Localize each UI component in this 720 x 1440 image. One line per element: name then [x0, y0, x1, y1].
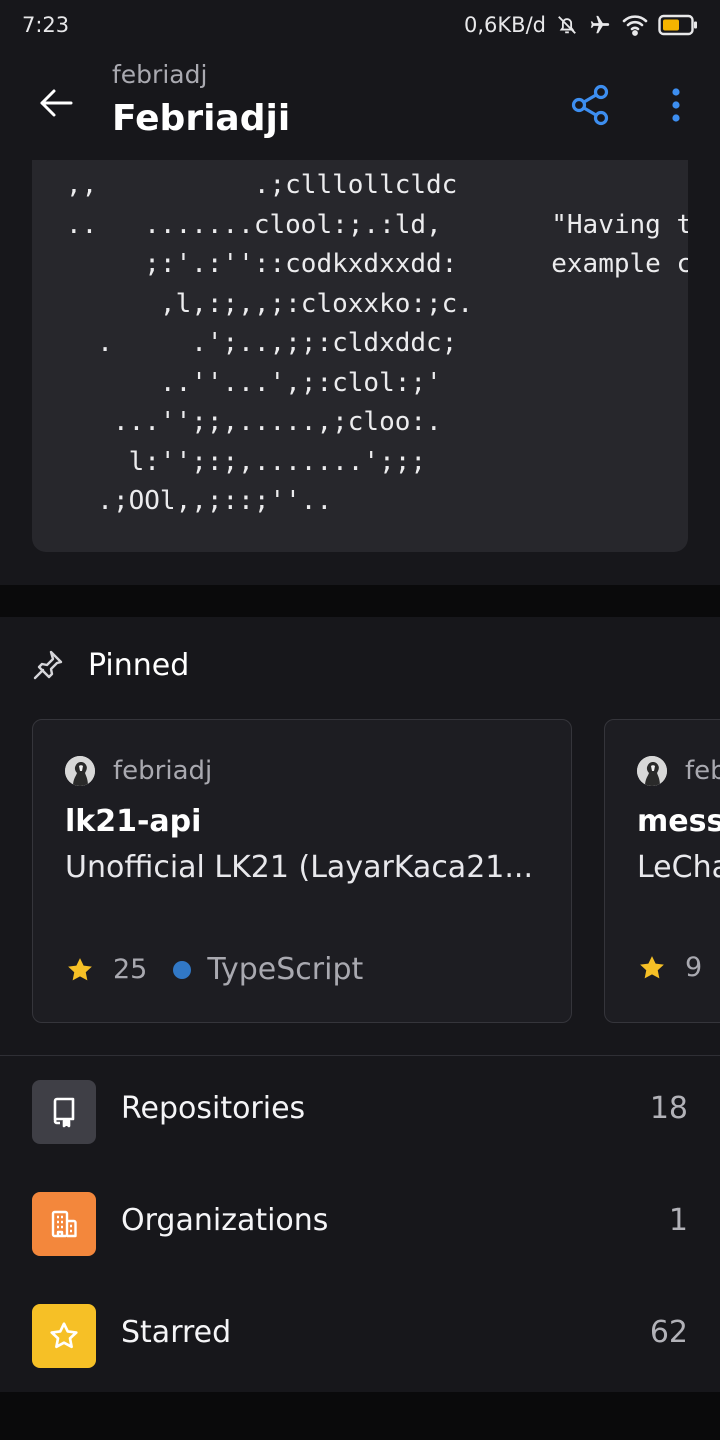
menu-count: 18	[649, 1091, 688, 1126]
star-icon	[68, 957, 92, 980]
readme-code-block[interactable]: ,, .;clllollcldc .. .......clool:;.:ld, …	[32, 160, 688, 552]
repo-stats: 25 TypeScript	[65, 952, 363, 987]
section-divider	[0, 1055, 720, 1056]
back-button[interactable]	[26, 78, 86, 128]
wifi-icon	[622, 14, 648, 36]
pinned-repo-card[interactable]: feb mess LeCha 9	[604, 719, 720, 1023]
star-icon	[640, 955, 664, 978]
repo-owner-row: febriadj	[65, 756, 212, 786]
bell-off-icon	[556, 14, 578, 36]
appbar-username: febriadj	[112, 60, 208, 89]
star-outline-icon	[32, 1304, 96, 1368]
repo-name: mess	[637, 804, 720, 839]
network-speed: 0,6KB/d	[464, 13, 546, 37]
pinned-section: Pinned febriadj lk21-api Unofficial LK21…	[0, 617, 720, 1392]
menu-item-starred[interactable]: Starred 62	[0, 1299, 720, 1389]
pin-icon	[33, 650, 63, 680]
pinned-header: Pinned	[32, 645, 189, 685]
organization-icon	[32, 1192, 96, 1256]
menu-item-repositories[interactable]: Repositories 18	[0, 1075, 720, 1165]
repo-owner: febriadj	[113, 756, 213, 786]
pinned-title: Pinned	[88, 647, 190, 683]
repo-name: lk21-api	[65, 804, 202, 839]
repo-description: LeCha	[637, 850, 720, 885]
profile-top-section: febriadj Febriadji ,, .;clllollcldc .. .…	[0, 50, 720, 585]
status-right: 0,6KB/d	[464, 13, 698, 37]
pinned-repo-card[interactable]: febriadj lk21-api Unofficial LK21 (Layar…	[32, 719, 572, 1023]
menu-count: 62	[649, 1315, 688, 1350]
app-bar: febriadj Febriadji	[0, 50, 720, 160]
menu-label: Repositories	[121, 1091, 306, 1126]
readme-ascii-art: ,, .;clllollcldc .. .......clool:;.:ld, …	[66, 170, 688, 516]
repo-language: TypeScript	[207, 952, 364, 987]
status-time: 7:23	[22, 13, 70, 37]
repo-icon	[32, 1080, 96, 1144]
menu-label: Organizations	[121, 1203, 329, 1238]
more-vertical-icon	[672, 88, 680, 122]
repo-stats: 9	[637, 952, 702, 983]
airplane-icon	[588, 14, 612, 36]
repo-owner: feb	[685, 756, 720, 786]
menu-label: Starred	[121, 1315, 232, 1350]
star-count: 9	[685, 952, 703, 983]
battery-icon	[658, 14, 698, 36]
avatar	[637, 756, 667, 786]
arrow-left-icon	[40, 89, 73, 117]
menu-count: 1	[668, 1203, 688, 1238]
language-color-dot	[173, 960, 192, 979]
star-count: 25	[113, 954, 148, 985]
appbar-title: Febriadji	[112, 98, 291, 139]
more-options-button[interactable]	[656, 80, 696, 130]
share-button[interactable]	[565, 80, 615, 130]
avatar	[65, 756, 95, 786]
share-icon	[571, 84, 609, 126]
menu-item-organizations[interactable]: Organizations 1	[0, 1187, 720, 1277]
repo-owner-row: feb	[637, 756, 720, 786]
repo-description: Unofficial LK21 (LayarKaca21...	[65, 850, 533, 885]
status-bar: 7:23 0,6KB/d	[0, 0, 720, 50]
